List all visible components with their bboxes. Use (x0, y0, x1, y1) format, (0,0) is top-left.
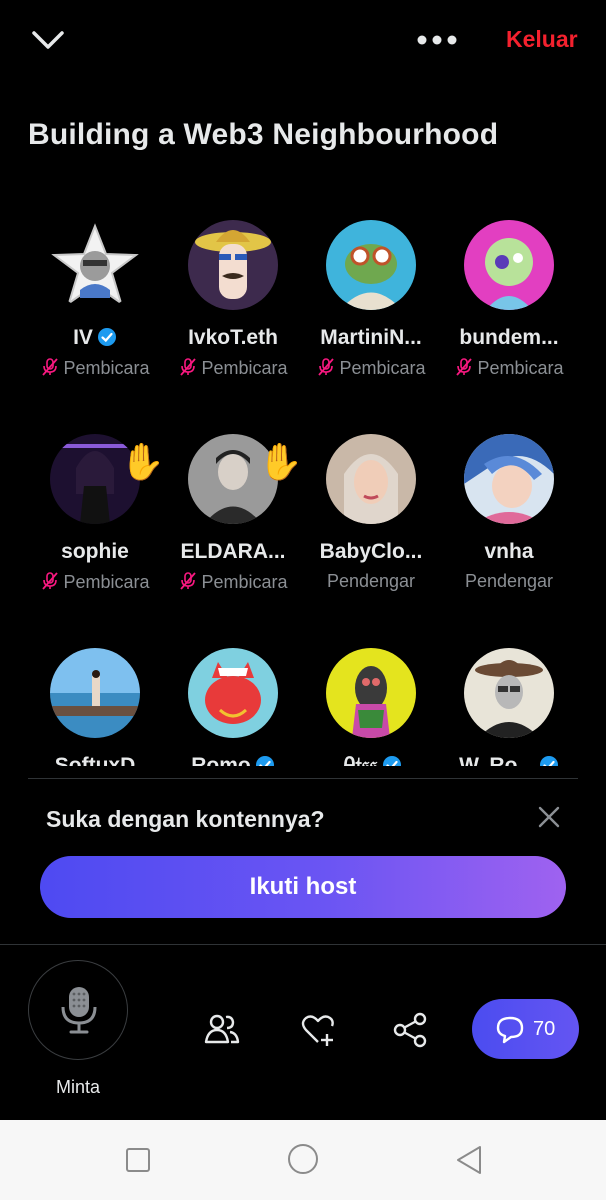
avatar (326, 220, 416, 310)
verified-badge-icon (97, 328, 116, 346)
participant-name: sophie (61, 540, 129, 563)
avatar (464, 220, 554, 310)
top-bar: Keluar (0, 0, 606, 80)
participant-card[interactable]: W. Ro... (434, 628, 584, 766)
participant-name: MartiniN... (320, 326, 422, 349)
participant-card[interactable]: BabyClo... Pendengar (296, 414, 446, 614)
participant-role: Pendengar (464, 571, 554, 591)
muted-mic-icon (456, 358, 473, 376)
verified-badge-icon (539, 756, 558, 766)
participant-name: SoftuxD (54, 754, 136, 766)
participant-name: bundem... (459, 326, 559, 349)
participant-role: Pembicara (434, 357, 584, 379)
participants-grid: IV Pembicara IvkoT.eth Pembicara Martini… (0, 200, 606, 766)
follow-prompt-text: Suka dengan kontennya? (46, 806, 325, 832)
participant-card[interactable]: Ꭿ𝔱𝔰𝔰 (296, 628, 446, 766)
participant-card[interactable]: IV Pembicara (20, 200, 170, 400)
muted-mic-icon (42, 358, 59, 376)
participant-name: BabyClo... (319, 540, 423, 563)
participant-role: Pendengar (326, 571, 416, 591)
avatar (326, 648, 416, 738)
square-icon[interactable] (126, 1148, 150, 1172)
participant-card[interactable]: vnha Pendengar (434, 414, 584, 614)
avatar (326, 434, 416, 524)
participant-card[interactable]: IvkoT.eth Pembicara (158, 200, 308, 400)
triangle-back-icon[interactable] (455, 1144, 483, 1176)
verified-badge-icon (255, 756, 274, 766)
circle-icon[interactable] (288, 1144, 318, 1174)
avatar (464, 434, 554, 524)
close-icon[interactable] (536, 804, 562, 830)
more-horizontal-icon[interactable] (416, 26, 460, 54)
avatar (188, 220, 278, 310)
participant-name: Ꭿ𝔱𝔰𝔰 (296, 754, 446, 766)
muted-mic-icon (42, 572, 59, 590)
muted-mic-icon (180, 572, 197, 590)
participant-name: IvkoT.eth (188, 326, 278, 349)
microphone-icon (61, 987, 97, 1034)
divider (28, 778, 578, 779)
request-mic-label: Minta (55, 1077, 100, 1097)
participant-name: IV (20, 326, 170, 350)
participant-name: vnha (484, 540, 534, 563)
verified-badge-icon (382, 756, 401, 766)
comment-icon (496, 1016, 524, 1044)
system-nav-bar (0, 1120, 606, 1200)
follow-host-button[interactable]: Ikuti host (40, 856, 566, 918)
chevron-down-icon[interactable] (30, 24, 66, 56)
space-title: Building a Web3 Neighbourhood (28, 118, 499, 151)
participant-role: Pembicara (20, 571, 170, 593)
avatar (50, 220, 140, 310)
avatar (464, 648, 554, 738)
participant-role: Pembicara (20, 357, 170, 379)
request-mic-button[interactable] (28, 960, 128, 1060)
avatar (50, 648, 140, 738)
participant-card[interactable]: ✋ ELDARA... Pembicara (158, 414, 308, 614)
participant-card[interactable]: Romo (158, 628, 308, 766)
participant-name: Romo (158, 754, 308, 766)
muted-mic-icon (180, 358, 197, 376)
share-icon[interactable] (390, 1010, 430, 1050)
participant-card[interactable]: ✋ sophie Pembicara (20, 414, 170, 614)
participant-card[interactable]: MartiniN... Pembicara (296, 200, 446, 400)
comments-button[interactable]: 70 (472, 999, 579, 1059)
participant-card[interactable]: SoftuxD (20, 628, 170, 766)
participant-name: ELDARA... (180, 540, 286, 563)
avatar (188, 648, 278, 738)
leave-button[interactable]: Keluar (506, 26, 578, 53)
people-icon[interactable] (202, 1010, 242, 1050)
participant-card[interactable]: bundem... Pembicara (434, 200, 584, 400)
participant-role: Pembicara (158, 571, 308, 593)
participant-name: W. Ro... (434, 754, 584, 766)
participant-role: Pembicara (296, 357, 446, 379)
participant-role: Pembicara (158, 357, 308, 379)
muted-mic-icon (318, 358, 335, 376)
divider (0, 944, 606, 945)
heart-plus-icon[interactable] (298, 1010, 338, 1050)
comments-count: 70 (533, 1018, 556, 1040)
